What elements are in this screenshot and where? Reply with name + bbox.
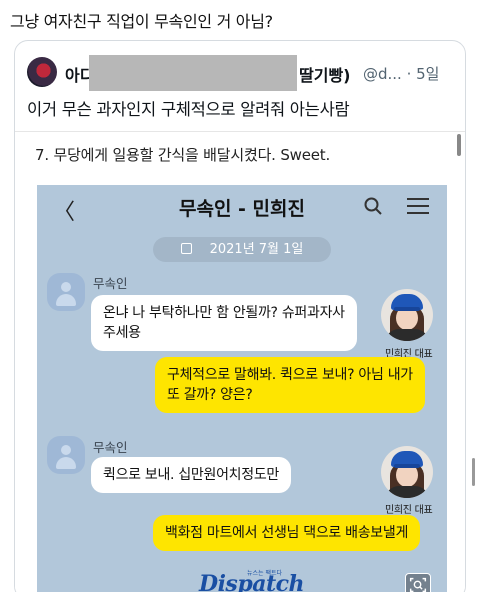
menu-icon xyxy=(407,198,429,214)
bubble-line: 또 갈까? 양은? xyxy=(167,387,253,403)
bubble-line: 퀵으로 보내. 십만원어치정도만 xyxy=(103,467,279,483)
bubble-line: 백화점 마트에서 선생님 댁으로 배송보낼게 xyxy=(165,525,409,541)
profile-photo xyxy=(381,446,433,498)
dispatch-logo: Dispatch xyxy=(199,571,305,592)
chat-bubble-received: 온냐 나 부탁하나만 함 안될까? 슈퍼과자사 주세용 xyxy=(91,295,357,351)
profile-label: 민희진 대표 xyxy=(385,505,433,516)
profile-photo xyxy=(381,289,433,341)
date-divider: 2021년 7월 1일 xyxy=(153,237,331,262)
quoted-user-avatar[interactable] xyxy=(27,57,57,87)
chat-bubble-sent: 구체적으로 말해봐. 퀵으로 보내? 아님 내가 또 갈까? 양은? xyxy=(155,357,425,413)
date-label: 2021년 7월 1일 xyxy=(209,242,304,257)
sender-name: 무속인 xyxy=(93,440,128,455)
sender-name: 무속인 xyxy=(93,276,128,291)
chat-bubble-sent: 백화점 마트에서 선생님 댁으로 배송보낼게 xyxy=(153,515,421,551)
post-text: 그냥 여자친구 직업이 무속인인 거 아님? xyxy=(10,12,273,31)
redaction-block xyxy=(89,55,297,91)
chat-title: 무속인 - 민희진 xyxy=(179,198,305,220)
page-scrollbar[interactable] xyxy=(472,458,475,486)
dispatch-watermark: 뉴스는 팩트다 Dispatch xyxy=(37,565,447,592)
image-caption: 7. 무당에게 일용할 간식을 배달시켰다. Sweet. xyxy=(35,146,331,164)
quoted-post[interactable]: 아디 딸기빵) @d... · 5일 이거 무슨 과자인지 구체적으로 알려줘 … xyxy=(14,40,466,592)
chat-bubble-received: 퀵으로 보내. 십만원어치정도만 xyxy=(91,457,291,493)
embedded-image[interactable]: 7. 무당에게 일용할 간식을 배달시켰다. Sweet. 〈 무속인 - 민희… xyxy=(15,131,465,592)
bubble-line: 온냐 나 부탁하나만 함 안될까? 슈퍼과자사 xyxy=(103,305,345,321)
image-scrollbar[interactable] xyxy=(457,134,461,156)
default-avatar-icon xyxy=(47,436,85,474)
search-icon xyxy=(364,197,382,215)
default-avatar-icon xyxy=(47,273,85,311)
bubble-line: 구체적으로 말해봐. 퀵으로 보내? 아님 내가 xyxy=(167,367,413,383)
chat-header: 〈 무속인 - 민희진 xyxy=(37,185,447,231)
bubble-line: 주세용 xyxy=(103,325,141,341)
chat-screenshot: 〈 무속인 - 민희진 2021년 7월 1일 무속인 온냐 나 부탁하나만 함… xyxy=(37,185,447,592)
zoom-icon[interactable] xyxy=(405,573,431,592)
quoted-user-name-end[interactable]: 딸기빵) xyxy=(299,62,350,86)
quoted-post-text: 이거 무슨 과자인지 구체적으로 알려줘 아는사람 xyxy=(27,100,350,119)
quoted-user-handle-time: @d... · 5일 xyxy=(363,65,440,83)
quoted-post-header: 아디 딸기빵) @d... · 5일 xyxy=(27,55,457,91)
calendar-icon xyxy=(180,243,192,254)
